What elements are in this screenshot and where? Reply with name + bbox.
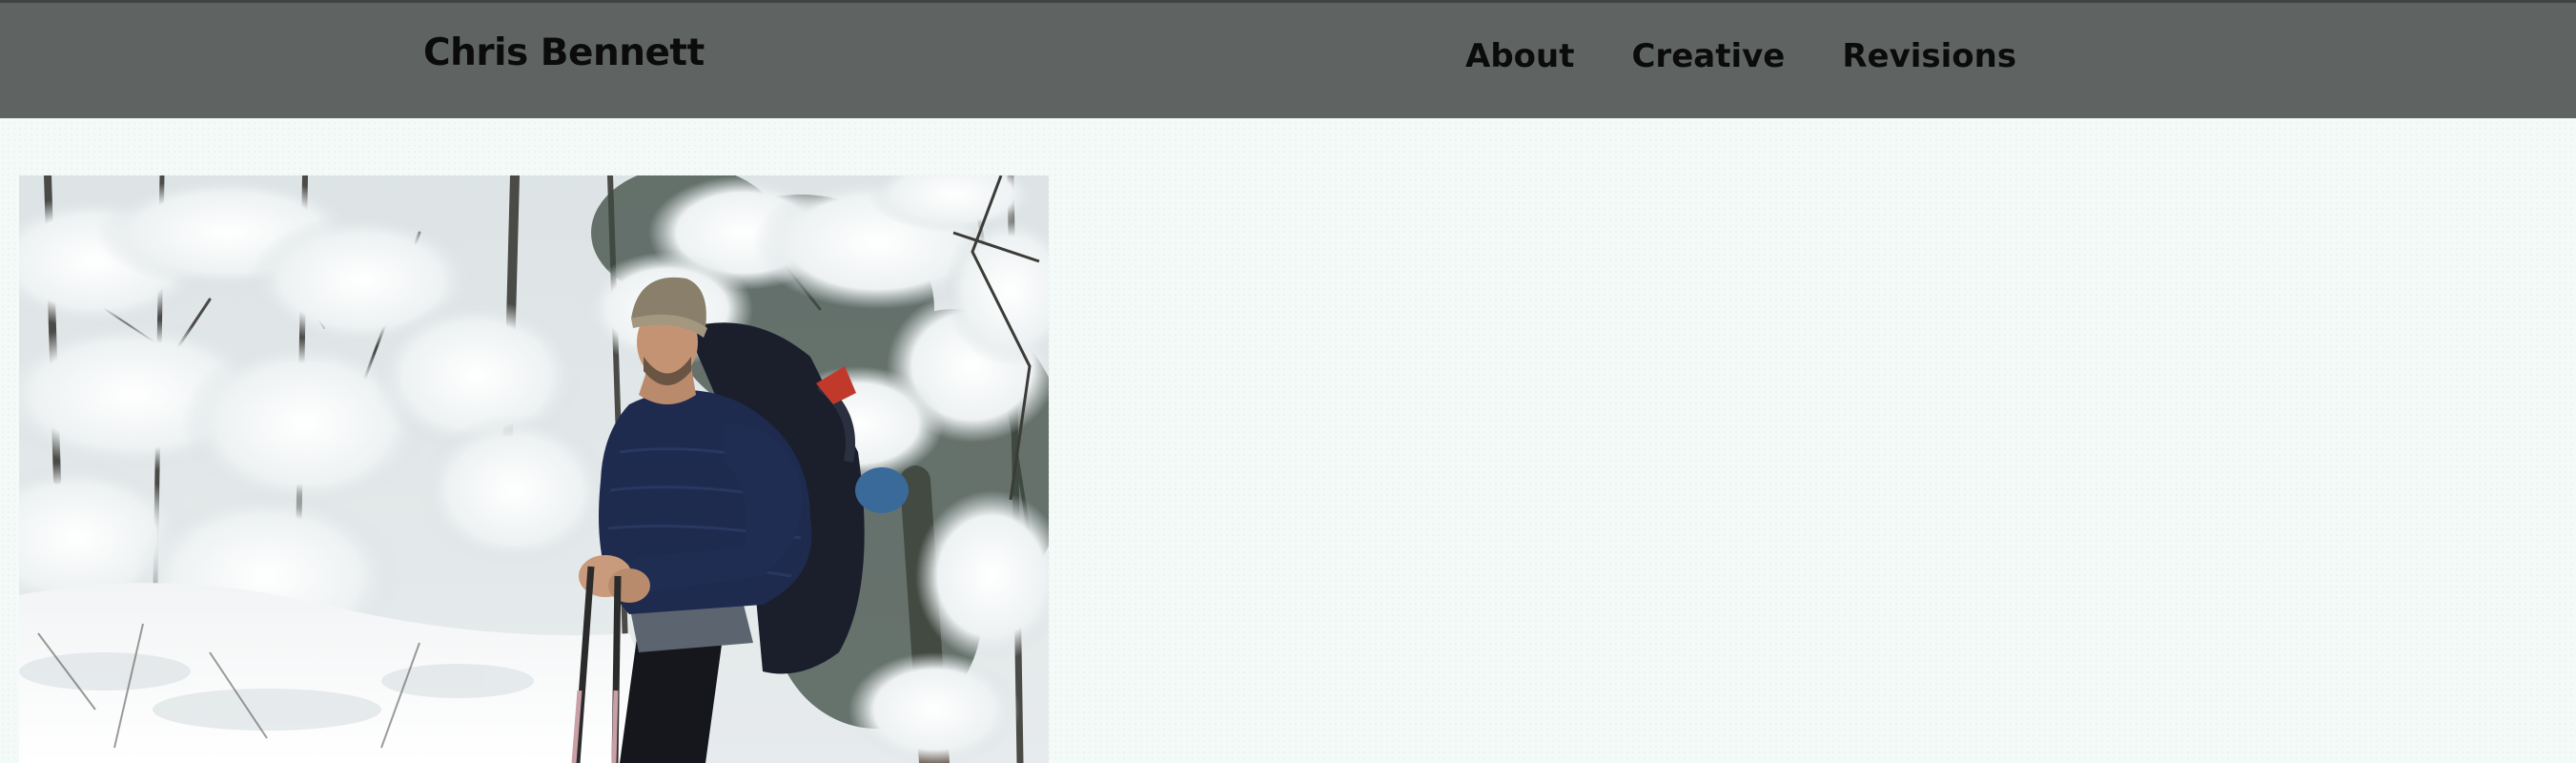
nav-item-creative[interactable]: Creative [1631, 37, 1785, 75]
hero-photo [19, 175, 1049, 763]
site-header: Chris Bennett About Creative Revisions [0, 0, 2576, 118]
hiker-in-snow-image [19, 175, 1049, 763]
nav-item-revisions[interactable]: Revisions [1842, 37, 2016, 75]
main-nav: About Creative Revisions [1465, 37, 2016, 75]
site-brand-link[interactable]: Chris Bennett [423, 31, 705, 74]
nav-item-about[interactable]: About [1465, 37, 1574, 75]
